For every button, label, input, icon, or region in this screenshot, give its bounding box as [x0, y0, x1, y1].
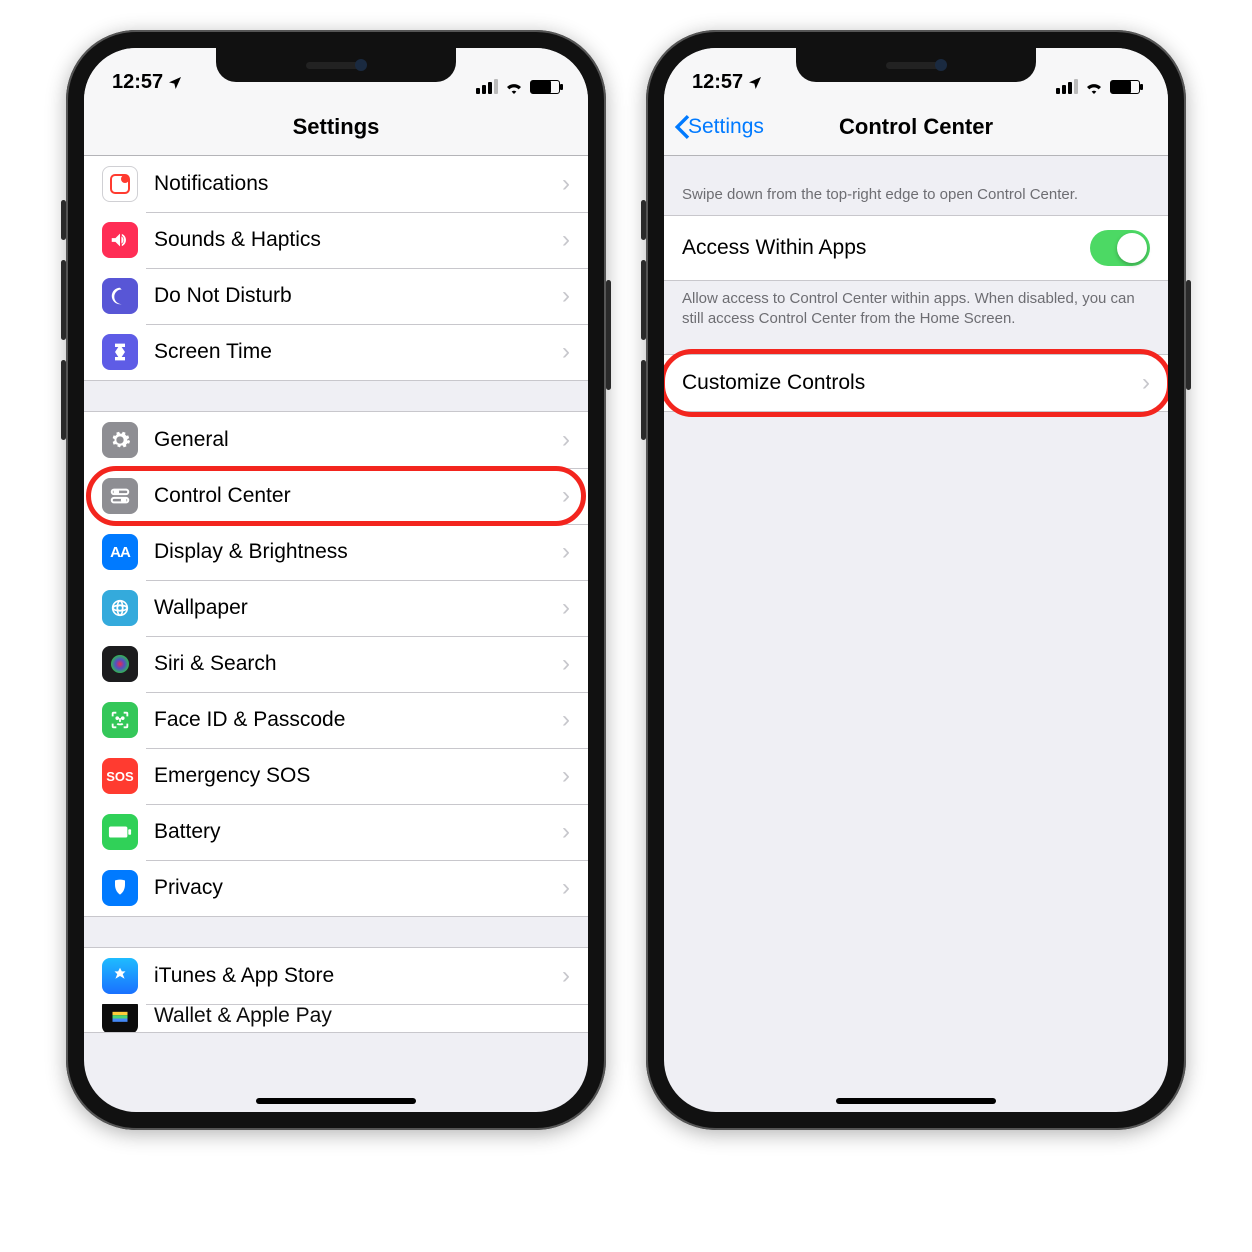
- row-label: Emergency SOS: [154, 764, 562, 788]
- status-time: 12:57: [692, 71, 743, 94]
- notifications-icon: [102, 166, 138, 202]
- row-label: Control Center: [154, 484, 562, 508]
- volume-down-button: [641, 360, 646, 440]
- iphone-frame-settings: 12:57 Settings Notifications: [66, 30, 606, 1130]
- chevron-icon: ›: [562, 282, 570, 310]
- row-label: Wallet & Apple Pay: [154, 1004, 570, 1028]
- row-label: Screen Time: [154, 340, 562, 364]
- row-label: Display & Brightness: [154, 540, 562, 564]
- row-label: Battery: [154, 820, 562, 844]
- cellular-icon: [1056, 79, 1078, 94]
- chevron-icon: ›: [562, 226, 570, 254]
- chevron-icon: ›: [562, 706, 570, 734]
- sos-icon: SOS: [102, 758, 138, 794]
- navbar-control-center: Settings Control Center: [664, 98, 1168, 156]
- power-button: [606, 280, 611, 390]
- control-center-icon: [102, 478, 138, 514]
- wifi-icon: [504, 80, 524, 94]
- chevron-icon: ›: [562, 338, 570, 366]
- row-wallpaper[interactable]: Wallpaper ›: [84, 580, 588, 636]
- back-label: Settings: [688, 115, 764, 139]
- chevron-icon: ›: [562, 874, 570, 902]
- notch: [216, 48, 456, 82]
- row-access-within-apps[interactable]: Access Within Apps: [664, 216, 1168, 280]
- footer-access: Allow access to Control Center within ap…: [664, 281, 1168, 340]
- chevron-icon: ›: [562, 594, 570, 622]
- dnd-icon: [102, 278, 138, 314]
- header-hint: Swipe down from the top-right edge to op…: [664, 156, 1168, 215]
- mute-switch: [61, 200, 66, 240]
- page-title: Settings: [293, 114, 380, 140]
- iphone-frame-control-center: 12:57 Settings Control Center Swipe down…: [646, 30, 1186, 1130]
- battery-row-icon: [102, 814, 138, 850]
- row-label: Sounds & Haptics: [154, 228, 562, 252]
- row-label: Siri & Search: [154, 652, 562, 676]
- wallpaper-icon: [102, 590, 138, 626]
- back-button[interactable]: Settings: [674, 115, 839, 139]
- sounds-icon: [102, 222, 138, 258]
- row-label: Face ID & Passcode: [154, 708, 562, 732]
- row-general[interactable]: General ›: [84, 412, 588, 468]
- row-wallet-applepay[interactable]: Wallet & Apple Pay: [84, 1004, 588, 1032]
- row-siri-search[interactable]: Siri & Search ›: [84, 636, 588, 692]
- status-time: 12:57: [112, 71, 163, 94]
- chevron-icon: ›: [562, 170, 570, 198]
- chevron-icon: ›: [562, 482, 570, 510]
- general-icon: [102, 422, 138, 458]
- row-label: Notifications: [154, 172, 562, 196]
- volume-down-button: [61, 360, 66, 440]
- power-button: [1186, 280, 1191, 390]
- cellular-icon: [476, 79, 498, 94]
- row-emergency-sos[interactable]: SOS Emergency SOS ›: [84, 748, 588, 804]
- chevron-icon: ›: [562, 762, 570, 790]
- row-display-brightness[interactable]: AA Display & Brightness ›: [84, 524, 588, 580]
- chevron-icon: ›: [562, 426, 570, 454]
- chevron-icon: ›: [562, 538, 570, 566]
- location-icon: [747, 75, 763, 91]
- chevron-icon: ›: [562, 650, 570, 678]
- row-itunes-appstore[interactable]: iTunes & App Store ›: [84, 948, 588, 1004]
- toggle-access-within-apps[interactable]: [1090, 230, 1150, 266]
- row-label: Customize Controls: [682, 371, 1142, 395]
- row-screen-time[interactable]: Screen Time ›: [84, 324, 588, 380]
- chevron-icon: ›: [1142, 369, 1150, 397]
- row-label: Privacy: [154, 876, 562, 900]
- chevron-icon: ›: [562, 818, 570, 846]
- page-title: Control Center: [839, 114, 993, 140]
- battery-icon: [530, 80, 560, 94]
- row-battery[interactable]: Battery ›: [84, 804, 588, 860]
- notch: [796, 48, 1036, 82]
- navbar-settings: Settings: [84, 98, 588, 156]
- wifi-icon: [1084, 80, 1104, 94]
- chevron-icon: ›: [562, 962, 570, 990]
- screen-time-icon: [102, 334, 138, 370]
- home-indicator[interactable]: [836, 1098, 996, 1104]
- volume-up-button: [641, 260, 646, 340]
- row-label: General: [154, 428, 562, 452]
- mute-switch: [641, 200, 646, 240]
- appstore-icon: [102, 958, 138, 994]
- row-face-id[interactable]: Face ID & Passcode ›: [84, 692, 588, 748]
- privacy-icon: [102, 870, 138, 906]
- row-customize-controls[interactable]: Customize Controls ›: [664, 355, 1168, 411]
- row-label: Do Not Disturb: [154, 284, 562, 308]
- battery-icon: [1110, 80, 1140, 94]
- row-control-center[interactable]: Control Center ›: [84, 468, 588, 524]
- row-label: Wallpaper: [154, 596, 562, 620]
- row-do-not-disturb[interactable]: Do Not Disturb ›: [84, 268, 588, 324]
- screen-control-center: 12:57 Settings Control Center Swipe down…: [664, 48, 1168, 1112]
- volume-up-button: [61, 260, 66, 340]
- display-icon: AA: [102, 534, 138, 570]
- row-privacy[interactable]: Privacy ›: [84, 860, 588, 916]
- row-sounds-haptics[interactable]: Sounds & Haptics ›: [84, 212, 588, 268]
- wallet-icon: [102, 1004, 138, 1032]
- row-label: iTunes & App Store: [154, 964, 562, 988]
- row-label: Access Within Apps: [682, 236, 1090, 260]
- faceid-icon: [102, 702, 138, 738]
- row-notifications[interactable]: Notifications ›: [84, 156, 588, 212]
- screen-settings: 12:57 Settings Notifications: [84, 48, 588, 1112]
- home-indicator[interactable]: [256, 1098, 416, 1104]
- location-icon: [167, 75, 183, 91]
- siri-icon: [102, 646, 138, 682]
